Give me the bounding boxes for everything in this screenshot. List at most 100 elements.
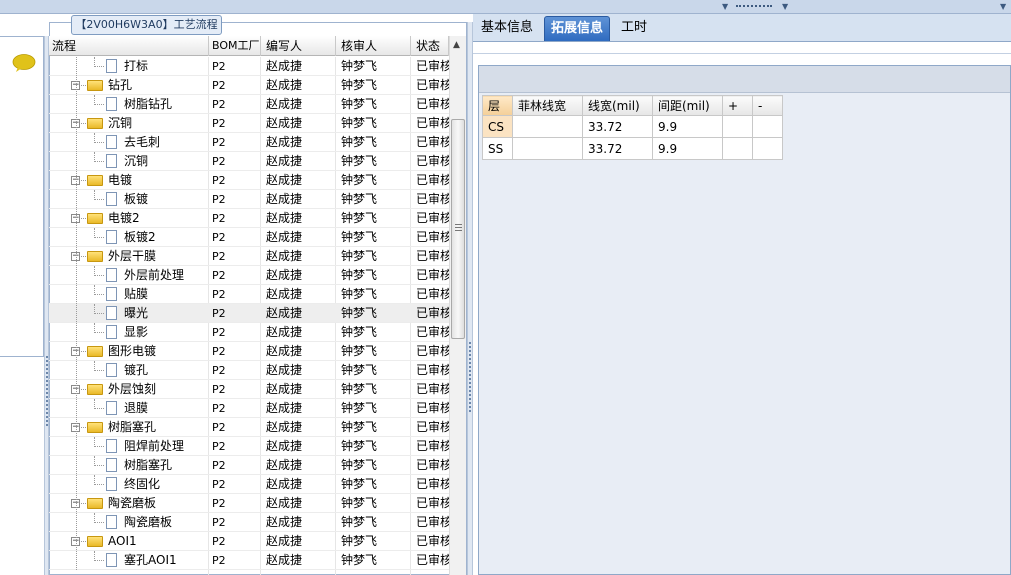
- add-row-button[interactable]: +: [722, 95, 753, 116]
- middle-splitter[interactable]: [467, 22, 473, 575]
- tree-node-label: 树脂钻孔: [124, 97, 173, 111]
- reviewer-cell: 钟梦飞: [341, 534, 378, 548]
- layer-cell[interactable]: CS: [482, 115, 513, 138]
- process-panel-title: 【2V00H6W3A0】工艺流程: [71, 15, 222, 35]
- tree-group-row[interactable]: − 电镀2 P2 赵成捷 钟梦飞 已审核: [49, 209, 449, 228]
- tree-item-row[interactable]: 镀孔 P2 赵成捷 钟梦飞 已审核: [49, 361, 449, 380]
- document-icon: [106, 553, 117, 567]
- table-row[interactable]: SS 33.72 9.9: [482, 137, 783, 160]
- spacing-cell[interactable]: 9.9: [652, 137, 723, 160]
- bom-factory-cell: P2: [212, 288, 226, 301]
- tree-node-label: 曝光: [124, 306, 149, 320]
- tree-node-label: AOI1: [108, 534, 137, 548]
- tree-item-row[interactable]: 显影 P2 赵成捷 钟梦飞 已审核: [49, 323, 449, 342]
- column-header-film-width[interactable]: 菲林线宽: [512, 95, 583, 116]
- writer-cell: 赵成捷: [266, 135, 303, 149]
- tree-item-row[interactable]: 曝光 P2 赵成捷 钟梦飞 已审核: [49, 304, 449, 323]
- tree-group-row[interactable]: − 陶瓷磨板 P2 赵成捷 钟梦飞 已审核: [49, 494, 449, 513]
- minus-cell[interactable]: [752, 137, 783, 160]
- film-width-cell[interactable]: [512, 137, 583, 160]
- speech-bubble-icon[interactable]: [12, 54, 36, 72]
- minus-cell[interactable]: [752, 115, 783, 138]
- collapse-far-arrow-icon[interactable]: ▼: [1000, 2, 1006, 11]
- tree-item-row[interactable]: 阻焊前处理 P2 赵成捷 钟梦飞 已审核: [49, 437, 449, 456]
- tree-node-label: 电镀2: [108, 211, 140, 225]
- table-row[interactable]: CS 33.72 9.9: [482, 115, 783, 138]
- tree-item-row[interactable]: 沉铜 P2 赵成捷 钟梦飞 已审核: [49, 152, 449, 171]
- column-header-bom-factory[interactable]: BOM工厂: [209, 36, 261, 56]
- tree-node-label: 板镀: [124, 192, 149, 206]
- reviewer-cell: 钟梦飞: [341, 420, 378, 434]
- status-cell: 已审核: [416, 401, 449, 415]
- writer-cell: 赵成捷: [266, 287, 303, 301]
- writer-cell: 赵成捷: [266, 211, 303, 225]
- column-header-spacing[interactable]: 间距(mil): [652, 95, 723, 116]
- document-icon: [106, 325, 117, 339]
- folder-icon: [87, 384, 103, 395]
- tree-item-row[interactable]: 陶瓷磨板 P2 赵成捷 钟梦飞 已审核: [49, 513, 449, 532]
- collapse-right-arrow-icon[interactable]: ▼: [782, 2, 788, 11]
- top-splitter-bar[interactable]: ▼ ▼ ▼: [0, 0, 1011, 14]
- folder-icon: [87, 498, 103, 509]
- tree-item-row[interactable]: 板镀 P2 赵成捷 钟梦飞 已审核: [49, 190, 449, 209]
- tree-group-row[interactable]: − 沉铜 P2 赵成捷 钟梦飞 已审核: [49, 114, 449, 133]
- column-header-reviewer[interactable]: 核审人: [336, 36, 411, 56]
- layer-cell[interactable]: SS: [482, 137, 513, 160]
- tree-group-row[interactable]: − AOI1 P2 赵成捷 钟梦飞 已审核: [49, 532, 449, 551]
- column-header-line-width[interactable]: 线宽(mil): [582, 95, 653, 116]
- tree-node-label: 树脂塞孔: [108, 420, 157, 434]
- tree-node-label: 显影: [124, 325, 149, 339]
- reviewer-cell: 钟梦飞: [341, 477, 378, 491]
- spacing-cell[interactable]: 9.9: [652, 115, 723, 138]
- tab-basic-info[interactable]: 基本信息: [475, 16, 539, 41]
- tab-extended-info[interactable]: 拓展信息: [544, 16, 611, 41]
- tree-item-row[interactable]: 板镀2 P2 赵成捷 钟梦飞 已审核: [49, 228, 449, 247]
- writer-cell: 赵成捷: [266, 230, 303, 244]
- status-cell: 已审核: [416, 496, 449, 510]
- line-width-cell[interactable]: 33.72: [582, 137, 653, 160]
- tree-item-row[interactable]: 贴膜 P2 赵成捷 钟梦飞 已审核: [49, 285, 449, 304]
- collapse-left-arrow-icon[interactable]: ▼: [722, 2, 728, 11]
- reviewer-cell: 钟梦飞: [341, 116, 378, 130]
- tree-item-row[interactable]: 去毛刺 P2 赵成捷 钟梦飞 已审核: [49, 133, 449, 152]
- tree-group-row[interactable]: − 图形电镀 P2 赵成捷 钟梦飞 已审核: [49, 342, 449, 361]
- column-header-flow[interactable]: 流程: [49, 36, 209, 56]
- tree-group-row[interactable]: − 外层蚀刻 P2 赵成捷 钟梦飞 已审核: [49, 380, 449, 399]
- writer-cell: 赵成捷: [266, 534, 303, 548]
- tree-item-row[interactable]: 终固化 P2 赵成捷 钟梦飞 已审核: [49, 475, 449, 494]
- tree-item-row[interactable]: 打标 P2 赵成捷 钟梦飞 已审核: [49, 57, 449, 76]
- status-cell: 已审核: [416, 515, 449, 529]
- writer-cell: 赵成捷: [266, 97, 303, 111]
- writer-cell: 赵成捷: [266, 59, 303, 73]
- plus-cell[interactable]: [722, 137, 753, 160]
- tree-item-row[interactable]: 塞孔AOI1 P2 赵成捷 钟梦飞 已审核: [49, 551, 449, 570]
- tree-group-row[interactable]: − 钻孔 P2 赵成捷 钟梦飞 已审核: [49, 76, 449, 95]
- tree-item-row[interactable]: 树脂钻孔 P2 赵成捷 钟梦飞 已审核: [49, 95, 449, 114]
- bom-factory-cell: P2: [212, 326, 226, 339]
- tree-group-row[interactable]: − 外层干膜 P2 赵成捷 钟梦飞 已审核: [49, 247, 449, 266]
- tree-item-row[interactable]: 外层前处理 P2 赵成捷 钟梦飞 已审核: [49, 266, 449, 285]
- process-grid-scrollbar[interactable]: ▲: [449, 36, 466, 575]
- column-header-writer[interactable]: 编写人: [261, 36, 336, 56]
- status-cell: 已审核: [416, 344, 449, 358]
- line-width-cell[interactable]: 33.72: [582, 115, 653, 138]
- detail-tab-bar: 基本信息 拓展信息 工时: [473, 14, 1011, 42]
- tab-work-hours[interactable]: 工时: [615, 16, 653, 41]
- plus-cell[interactable]: [722, 115, 753, 138]
- film-width-cell[interactable]: [512, 115, 583, 138]
- column-header-status[interactable]: 状态: [411, 36, 449, 56]
- extended-info-toolbar: [479, 66, 1010, 93]
- tree-item-row[interactable]: 退膜 P2 赵成捷 钟梦飞 已审核: [49, 399, 449, 418]
- folder-icon: [87, 175, 103, 186]
- scroll-up-arrow-icon[interactable]: ▲: [453, 40, 460, 50]
- scrollbar-thumb[interactable]: [451, 119, 465, 339]
- remove-row-button[interactable]: -: [752, 95, 783, 116]
- column-header-layer[interactable]: 层: [482, 95, 513, 116]
- reviewer-cell: 钟梦飞: [341, 325, 378, 339]
- extended-info-body: 层 菲林线宽 线宽(mil) 间距(mil) + - CS 33.72 9.9: [479, 93, 1010, 574]
- tree-item-row[interactable]: 树脂塞孔 P2 赵成捷 钟梦飞 已审核: [49, 456, 449, 475]
- tree-group-row[interactable]: − 树脂塞孔 P2 赵成捷 钟梦飞 已审核: [49, 418, 449, 437]
- tree-group-row[interactable]: − 电镀 P2 赵成捷 钟梦飞 已审核: [49, 171, 449, 190]
- document-icon: [106, 458, 117, 472]
- writer-cell: 赵成捷: [266, 325, 303, 339]
